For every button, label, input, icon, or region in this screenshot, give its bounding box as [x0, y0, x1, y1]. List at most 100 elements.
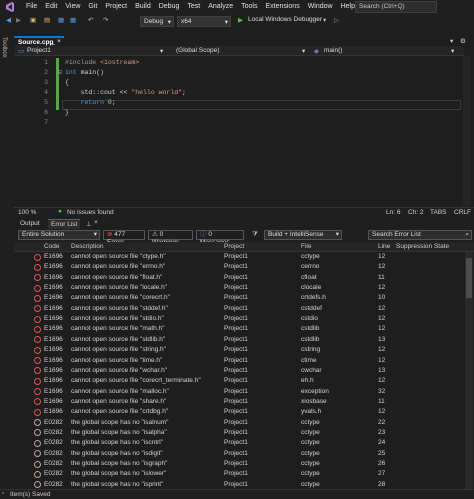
build-filter-dropdown[interactable]: Build + IntelliSense ▾	[264, 230, 342, 240]
cell-line: 32	[378, 387, 386, 395]
cell-line: 12	[378, 284, 386, 292]
scope-dropdown[interactable]: Entire Solution ▾	[18, 230, 100, 240]
filter-icon[interactable]: ⧩	[252, 231, 258, 239]
editor-scrollbar[interactable]	[463, 56, 471, 206]
menu-debug[interactable]: Debug	[155, 3, 184, 10]
settings-icon[interactable]: ⚙	[460, 37, 466, 45]
table-row[interactable]: E1696 cannot open source file "stddef.h" P…	[14, 304, 464, 315]
line-endings[interactable]: CRLF	[454, 209, 471, 216]
close-icon[interactable]: ×	[57, 38, 61, 45]
tab-source-cpp[interactable]: Source.cpp ⊥ ×	[14, 36, 64, 47]
tab-output[interactable]: Output	[20, 220, 40, 227]
table-row[interactable]: E0282 the global scope has no "isalnum" Pr…	[14, 418, 464, 429]
menu-git[interactable]: Git	[84, 3, 101, 10]
chevron-down-icon[interactable]: ▾	[451, 47, 454, 55]
tab-error-list[interactable]: Error List	[48, 219, 81, 229]
tab-overflow-icon[interactable]: ▾	[450, 37, 453, 45]
cell-description: cannot open source file "time.h"	[71, 356, 163, 364]
column-line[interactable]: Line	[378, 243, 390, 250]
redo-icon[interactable]: ↷	[103, 16, 108, 27]
table-row[interactable]: E0282 the global scope has no "isdigit" Pr…	[14, 449, 464, 460]
start-without-debugging-icon[interactable]: ▷	[334, 16, 339, 27]
forward-icon[interactable]: ▶	[16, 16, 21, 27]
table-row[interactable]: E1696 cannot open source file "corecrt_te…	[14, 376, 464, 387]
menu-view[interactable]: View	[61, 3, 84, 10]
save-all-icon[interactable]: ▦	[70, 16, 76, 27]
table-row[interactable]: E1696 cannot open source file "stdlib.h" P…	[14, 335, 464, 346]
menu-build[interactable]: Build	[131, 3, 155, 10]
indent-mode[interactable]: TABS	[430, 209, 447, 216]
back-icon[interactable]: ◀	[6, 16, 11, 27]
issues-status[interactable]: No issues found	[67, 209, 114, 216]
open-folder-icon[interactable]: ▤	[44, 16, 50, 27]
table-row[interactable]: E1696 cannot open source file "locale.h" P…	[14, 283, 464, 294]
menu-edit[interactable]: Edit	[41, 3, 61, 10]
table-row[interactable]: E1696 cannot open source file "corecrt.h"…	[14, 293, 464, 304]
undo-icon[interactable]: ↶	[88, 16, 93, 27]
cell-description: cannot open source file "string.h"	[71, 346, 166, 354]
table-row[interactable]: E1696 cannot open source file "float.h" Pr…	[14, 273, 464, 284]
menu-extensions[interactable]: Extensions	[261, 3, 303, 10]
table-row[interactable]: E1696 cannot open source file "share.h" Pr…	[14, 397, 464, 408]
cell-project: Project1	[224, 304, 248, 312]
save-icon[interactable]: ▦	[58, 16, 64, 27]
error-icon	[34, 460, 41, 468]
table-row[interactable]: E0282 the global scope has no "isalpha" Pr…	[14, 428, 464, 439]
cell-line: 23	[378, 428, 386, 436]
table-row[interactable]: E0282 the global scope has no "isgraph" Pr…	[14, 459, 464, 470]
table-row[interactable]: E1696 cannot open source file "time.h" Pro…	[14, 356, 464, 367]
column-code[interactable]: Code	[44, 243, 60, 250]
chevron-down-icon[interactable]: ▾	[323, 16, 326, 27]
zoom-level[interactable]: 100 %	[18, 209, 36, 216]
project-dropdown[interactable]: Project1	[27, 47, 51, 54]
table-row[interactable]: E0282 the global scope has no "iscntrl" Pr…	[14, 438, 464, 449]
table-row[interactable]: E1696 cannot open source file "ctype.h" Pr…	[14, 252, 464, 263]
chevron-down-icon[interactable]: ▾	[160, 47, 163, 55]
close-icon[interactable]: ×	[94, 219, 98, 226]
pin-icon[interactable]: ⊥	[86, 220, 92, 228]
platform-dropdown[interactable]: x64 ▾	[177, 16, 231, 27]
errors-filter-button[interactable]: ⊗ 477 Errors	[103, 230, 145, 246]
search-error-list-input[interactable]: Search Error List ⌕	[368, 230, 472, 240]
code-editor[interactable]: 1 2 3 4 5 6 7 ⊟ #include <iostream> int …	[14, 56, 462, 206]
table-row[interactable]: E1696 cannot open source file "stdio.h" Pr…	[14, 314, 464, 325]
column-suppression-state[interactable]: Suppression State	[396, 243, 449, 250]
table-row[interactable]: E0282 the global scope has no "islower" Pr…	[14, 469, 464, 480]
cell-file: cfloat	[301, 273, 317, 281]
table-row[interactable]: E1696 cannot open source file "string.h" P…	[14, 345, 464, 356]
table-row[interactable]: E1696 cannot open source file "errno.h" Pr…	[14, 262, 464, 273]
cell-project: Project1	[224, 449, 248, 457]
menu-file[interactable]: File	[22, 3, 41, 10]
column-project[interactable]: Project	[224, 243, 244, 250]
function-dropdown[interactable]: main()	[324, 47, 342, 54]
menu-tools[interactable]: Tools	[237, 3, 261, 10]
scope-dropdown[interactable]: (Global Scope)	[176, 47, 219, 54]
new-project-icon[interactable]: ▣	[30, 16, 36, 27]
column-description[interactable]: Description	[71, 243, 104, 250]
cell-line: 12	[378, 263, 386, 271]
warnings-filter-button[interactable]: ⚠ 0 Warnings	[148, 230, 193, 246]
cell-code: E1696	[44, 366, 63, 374]
table-row[interactable]: E1696 cannot open source file "wchar.h" Pr…	[14, 366, 464, 377]
table-row[interactable]: E1696 cannot open source file "malloc.h" P…	[14, 387, 464, 398]
menu-analyze[interactable]: Analyze	[204, 3, 237, 10]
menu-test[interactable]: Test	[183, 3, 204, 10]
menu-window[interactable]: Window	[304, 3, 337, 10]
toolbox-sidetab[interactable]: Toolbox	[0, 29, 11, 499]
column-file[interactable]: File	[301, 243, 311, 250]
cell-line: 24	[378, 439, 386, 447]
table-row[interactable]: E1696 cannot open source file "crtdbg.h" P…	[14, 407, 464, 418]
messages-filter-button[interactable]: ⓘ 0 Messages	[196, 230, 244, 246]
table-row[interactable]: E1696 cannot open source file "math.h" Pro…	[14, 324, 464, 335]
search-box[interactable]: Search (Ctrl+Q)	[355, 1, 437, 13]
chevron-down-icon[interactable]: ▾	[302, 47, 305, 55]
table-row[interactable]: E0282 the global scope has no "isprint" Pr…	[14, 480, 464, 489]
error-list-scrollbar[interactable]	[465, 252, 473, 489]
configuration-dropdown[interactable]: Debug ▾	[140, 16, 174, 27]
play-icon[interactable]: ▶	[238, 16, 243, 27]
warning-icon: ⚠	[152, 231, 160, 238]
scrollbar-thumb[interactable]	[466, 258, 472, 298]
collapse-icon[interactable]: ⊟	[58, 69, 62, 76]
run-debugger-button[interactable]: Local Windows Debugger	[248, 16, 322, 27]
menu-project[interactable]: Project	[101, 3, 131, 10]
